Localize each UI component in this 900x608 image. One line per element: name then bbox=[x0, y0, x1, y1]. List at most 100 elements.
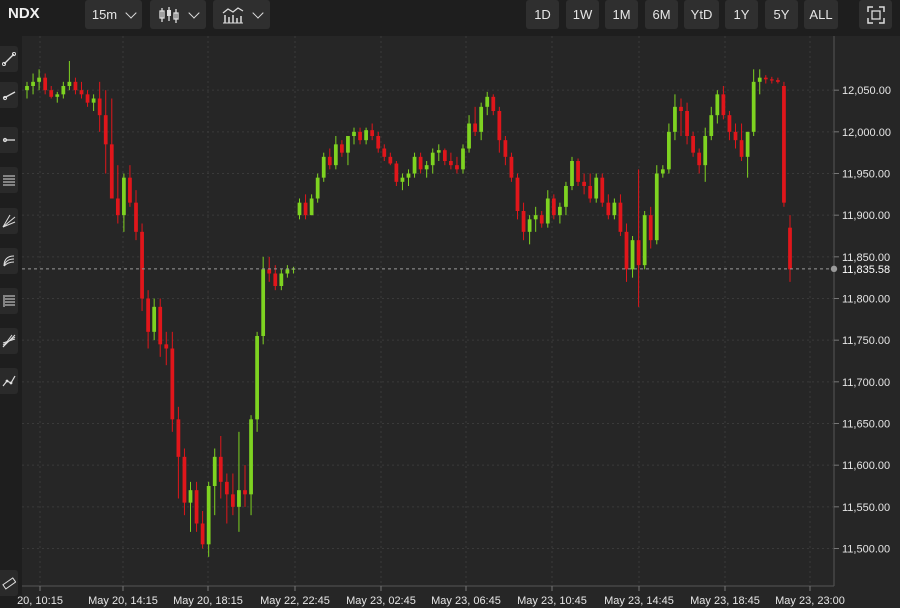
time-axis: 20, 10:15 May 20, 14:15 May 20, 18:15 May 2… bbox=[17, 586, 845, 607]
candle-body bbox=[739, 140, 744, 157]
candles bbox=[25, 61, 792, 557]
candle-body bbox=[261, 269, 266, 336]
candle-body bbox=[400, 177, 405, 182]
candle-body bbox=[412, 156, 417, 174]
candle-body bbox=[654, 173, 659, 241]
candle-body bbox=[624, 231, 629, 270]
range-button-6m[interactable]: 6M bbox=[645, 0, 678, 29]
candle-body bbox=[776, 80, 780, 82]
candle-body bbox=[697, 152, 702, 166]
channel-icon bbox=[3, 175, 15, 186]
y-tick-label: 11,650.00 bbox=[842, 419, 890, 431]
interval-dropdown[interactable]: 15m bbox=[85, 0, 142, 29]
candle-body bbox=[321, 156, 326, 178]
candle-body bbox=[594, 177, 599, 199]
ruler-tool[interactable] bbox=[0, 570, 18, 596]
candle-body bbox=[243, 490, 247, 495]
candle-body bbox=[551, 198, 556, 216]
candle-body bbox=[67, 81, 72, 86]
candle-body bbox=[358, 131, 362, 141]
fib-arc-icon bbox=[3, 255, 15, 267]
candle-body bbox=[545, 198, 550, 224]
candle-body bbox=[382, 148, 387, 157]
candle-body bbox=[691, 136, 695, 153]
price-axis: 12,050.00 12,000.00 11,950.00 11,900.00 11,8… bbox=[22, 36, 891, 587]
candle-body bbox=[279, 273, 284, 286]
candle-body bbox=[79, 90, 84, 95]
ray-tool[interactable] bbox=[0, 82, 18, 108]
trendline-tool[interactable] bbox=[0, 46, 18, 72]
candle-body bbox=[606, 202, 611, 216]
candle-body bbox=[745, 131, 750, 157]
range-label: 1Y bbox=[733, 7, 750, 22]
candle-body bbox=[115, 198, 120, 216]
candle-body bbox=[164, 344, 169, 349]
candle-body bbox=[194, 490, 199, 524]
x-tick-label: May 22, 22:45 bbox=[260, 595, 330, 607]
indicators-icon bbox=[222, 6, 243, 23]
candle-body bbox=[630, 240, 635, 270]
candle-body bbox=[346, 136, 350, 153]
pitchfork-tool[interactable] bbox=[0, 208, 18, 234]
candle-body bbox=[751, 81, 756, 132]
candle-body bbox=[757, 77, 762, 82]
candle-body bbox=[73, 81, 78, 91]
channel-tool[interactable] bbox=[0, 167, 18, 193]
candle-body bbox=[85, 94, 90, 103]
candle-body bbox=[582, 181, 586, 186]
candle-body bbox=[709, 115, 714, 136]
x-tick-label: May 23, 10:45 bbox=[517, 595, 587, 607]
candle-body bbox=[685, 111, 689, 136]
candle-body bbox=[31, 81, 35, 86]
candle-body bbox=[43, 77, 48, 91]
chart-grid bbox=[22, 36, 834, 586]
top-toolbar: NDX 15m 1D 1W 1M 6M YtD 1Y 5Y ALL bbox=[0, 0, 900, 36]
chart-type-dropdown[interactable] bbox=[150, 0, 206, 29]
candle-body bbox=[237, 490, 241, 507]
indicators-dropdown[interactable] bbox=[213, 0, 270, 29]
range-button-1y[interactable]: 1Y bbox=[725, 0, 758, 29]
path-tool[interactable] bbox=[0, 368, 18, 394]
range-button-all[interactable]: ALL bbox=[804, 0, 838, 29]
candle-body bbox=[673, 106, 677, 132]
candle-body bbox=[788, 227, 792, 270]
y-tick-label: 12,050.00 bbox=[842, 85, 891, 97]
range-button-1m[interactable]: 1M bbox=[605, 0, 638, 29]
candle-body bbox=[176, 419, 181, 457]
fib-arc-tool[interactable] bbox=[0, 248, 18, 274]
fib-fan-icon bbox=[2, 334, 16, 348]
fib-retracement-tool[interactable] bbox=[0, 288, 18, 314]
candle-body bbox=[418, 156, 423, 170]
fib-fan-tool[interactable] bbox=[0, 328, 18, 354]
symbol-label[interactable]: NDX bbox=[8, 5, 40, 22]
range-button-ytd[interactable]: YtD bbox=[684, 0, 719, 29]
candle-body bbox=[97, 98, 102, 116]
candle-body bbox=[733, 131, 738, 141]
candle-body bbox=[297, 202, 302, 216]
candle-body bbox=[109, 144, 114, 199]
candle-body bbox=[231, 494, 235, 507]
candle-body bbox=[61, 86, 66, 95]
candle-body bbox=[370, 130, 375, 136]
candle-body bbox=[618, 202, 623, 232]
fullscreen-button[interactable] bbox=[859, 0, 892, 29]
candle-body bbox=[539, 215, 544, 224]
candle-body bbox=[128, 177, 132, 203]
candle-body bbox=[406, 173, 411, 178]
ray-icon bbox=[2, 91, 16, 101]
candle-body bbox=[461, 148, 465, 170]
last-price-marker: 11,835.58 bbox=[22, 264, 890, 276]
candle-body bbox=[309, 198, 314, 216]
range-button-1w[interactable]: 1W bbox=[566, 0, 599, 29]
range-button-1d[interactable]: 1D bbox=[526, 0, 559, 29]
range-label: 6M bbox=[652, 7, 671, 22]
candle-body bbox=[303, 202, 308, 216]
candle-body bbox=[642, 215, 647, 266]
price-chart: 12,050.00 12,000.00 11,950.00 11,900.00 11,8… bbox=[17, 36, 891, 607]
horizontal-ray-tool[interactable] bbox=[0, 127, 18, 153]
x-tick-label: 20, 10:15 bbox=[17, 595, 63, 607]
range-button-5y[interactable]: 5Y bbox=[765, 0, 798, 29]
candle-body bbox=[140, 231, 144, 299]
candle-body bbox=[769, 79, 774, 81]
candle-body bbox=[170, 348, 175, 420]
